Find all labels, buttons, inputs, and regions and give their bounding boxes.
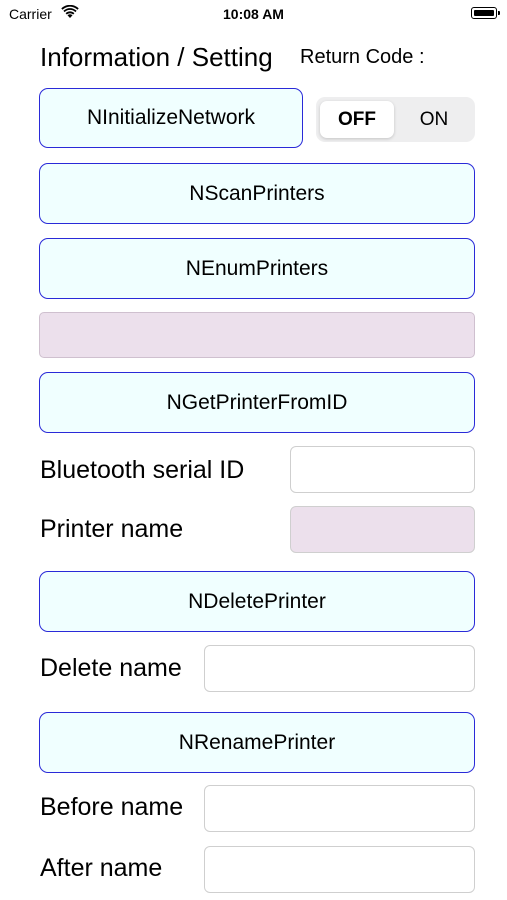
printer-name-label: Printer name	[40, 515, 184, 543]
scan-printers-label: NScanPrinters	[189, 181, 325, 205]
toggle-on-option[interactable]: ON	[397, 101, 471, 138]
get-printer-from-id-button[interactable]: NGetPrinterFromID	[39, 372, 475, 433]
bluetooth-serial-id-label: Bluetooth serial ID	[40, 456, 245, 484]
initialize-network-button[interactable]: NInitializeNetwork	[39, 88, 303, 148]
status-bar: Carrier 10:08 AM	[0, 0, 507, 28]
before-name-label: Before name	[40, 793, 184, 821]
get-printer-from-id-label: NGetPrinterFromID	[166, 390, 348, 414]
initialize-network-label: NInitializeNetwork	[86, 106, 256, 129]
network-toggle[interactable]: OFF ON	[316, 97, 475, 142]
rename-printer-label: NRenamePrinter	[178, 730, 336, 754]
after-name-input[interactable]	[204, 846, 475, 893]
before-name-input[interactable]	[204, 785, 475, 832]
scan-printers-button[interactable]: NScanPrinters	[39, 163, 475, 224]
battery-icon	[471, 7, 500, 19]
printer-name-display	[290, 506, 475, 553]
bluetooth-serial-id-input[interactable]	[290, 446, 475, 493]
delete-printer-label: NDeletePrinter	[188, 589, 326, 613]
rename-printer-button[interactable]: NRenamePrinter	[39, 712, 475, 773]
enum-printers-label: NEnumPrinters	[185, 256, 329, 280]
after-name-label: After name	[40, 854, 163, 882]
delete-name-input[interactable]	[204, 645, 475, 692]
printer-list-display	[39, 312, 475, 358]
status-time: 10:08 AM	[223, 6, 284, 22]
toggle-off-option[interactable]: OFF	[320, 101, 394, 138]
delete-printer-button[interactable]: NDeletePrinter	[39, 571, 475, 632]
delete-name-label: Delete name	[40, 654, 182, 682]
return-code-label: Return Code :	[300, 46, 425, 68]
page-title: Information / Setting	[40, 42, 273, 72]
enum-printers-button[interactable]: NEnumPrinters	[39, 238, 475, 299]
